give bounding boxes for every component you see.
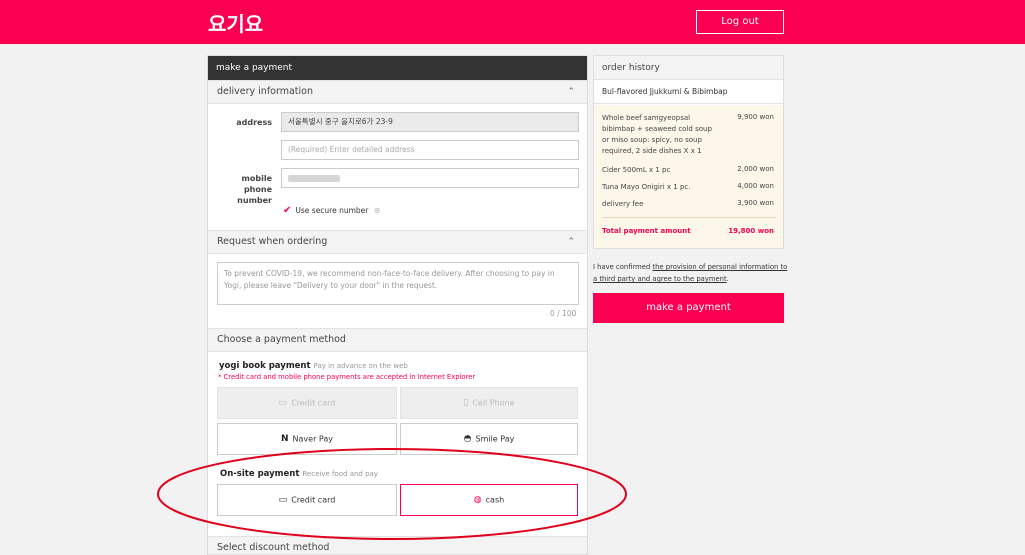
detailed-address-input[interactable]: (Required) Enter detailed address — [281, 140, 579, 160]
logout-button[interactable]: Log out — [696, 10, 784, 34]
order-item-price: 3,900 won — [737, 199, 774, 207]
cell-phone-button[interactable]: ▯ Cell Phone — [400, 387, 578, 419]
order-item-name: Tuna Mayo Onigiri x 1 pc. — [602, 183, 691, 191]
address-field: 서울특별시 중구 을지로6가 23-9 — [281, 112, 579, 132]
request-header[interactable]: Request when ordering ⌃ — [208, 230, 587, 254]
total-amount-label: Total payment amount — [602, 227, 691, 235]
help-icon[interactable]: ⊕ — [374, 206, 381, 215]
order-history-title: order history — [594, 56, 783, 80]
masked-phone-number — [288, 174, 340, 182]
order-item-name: Cider 500mL x 1 pc — [602, 166, 671, 174]
mobile-phone-input[interactable] — [281, 168, 579, 188]
order-item-price: 2,000 won — [737, 165, 774, 173]
payment-method-header: Choose a payment method — [208, 328, 587, 352]
yogi-book-payment-subtitle: Pay in advance on the web — [313, 362, 408, 370]
request-char-counter: 0 / 100 — [550, 309, 577, 318]
top-bar: 요기요 Log out — [0, 0, 1025, 44]
secure-number-checkbox[interactable]: ✔ Use secure number ⊕ — [283, 206, 380, 216]
chevron-up-icon[interactable]: ⌃ — [567, 81, 575, 103]
agreement-suffix: . — [726, 275, 729, 283]
make-payment-button[interactable]: make a payment — [593, 293, 784, 323]
highlight-ellipse — [157, 448, 627, 540]
secure-number-label: Use secure number — [295, 206, 369, 215]
total-amount-value: 19,800 won — [728, 227, 774, 235]
payment-panel-title: make a payment — [208, 56, 587, 80]
delivery-info-header[interactable]: delivery information ⌃ — [208, 80, 587, 104]
smile-pay-label: Smile Pay — [475, 434, 515, 444]
yogiyo-logo[interactable]: 요기요 — [208, 8, 263, 37]
order-item-name: Whole beef samgyeopsal bibimbap + seawee… — [602, 114, 712, 155]
naver-pay-label: Naver Pay — [292, 434, 334, 444]
yogi-book-payment-title: yogi book payment Pay in advance on the … — [219, 361, 408, 371]
order-item-price: 9,900 won — [737, 113, 774, 121]
address-label: address — [236, 118, 272, 127]
credit-card-label: Credit card — [291, 398, 336, 408]
order-item-name: delivery fee — [602, 200, 644, 208]
credit-card-icon: ▭ — [278, 398, 288, 408]
total-divider — [602, 217, 776, 218]
discount-method-title: Select discount method — [217, 542, 330, 553]
payment-agreement-text: I have confirmed the provision of person… — [593, 261, 788, 285]
mobile-phone-label: mobile phone number — [237, 174, 272, 205]
delivery-info-title: delivery information — [217, 86, 313, 97]
order-items: Whole beef samgyeopsal bibimbap + seawee… — [594, 105, 783, 248]
phone-icon: ▯ — [463, 398, 469, 408]
order-history-panel: order history Bul-flavored Jjukkumi & Bi… — [593, 55, 784, 249]
request-textarea[interactable]: To prevent COVID-19, we recommend non-fa… — [217, 262, 579, 305]
payment-method-title: Choose a payment method — [217, 334, 346, 345]
credit-card-button[interactable]: ▭ Credit card — [217, 387, 397, 419]
chevron-up-icon[interactable]: ⌃ — [567, 231, 575, 253]
yogi-payment-note: * Credit card and mobile phone payments … — [218, 373, 476, 381]
cell-phone-label: Cell Phone — [472, 398, 515, 408]
request-title: Request when ordering — [217, 236, 328, 247]
order-item-price: 4,000 won — [737, 182, 774, 190]
check-icon: ✔ — [283, 205, 292, 216]
restaurant-name: Bul-flavored Jjukkumi & Bibimbap — [594, 80, 783, 104]
yogi-book-payment-label: yogi book payment — [219, 361, 311, 371]
agreement-prefix: I have confirmed — [593, 263, 653, 271]
